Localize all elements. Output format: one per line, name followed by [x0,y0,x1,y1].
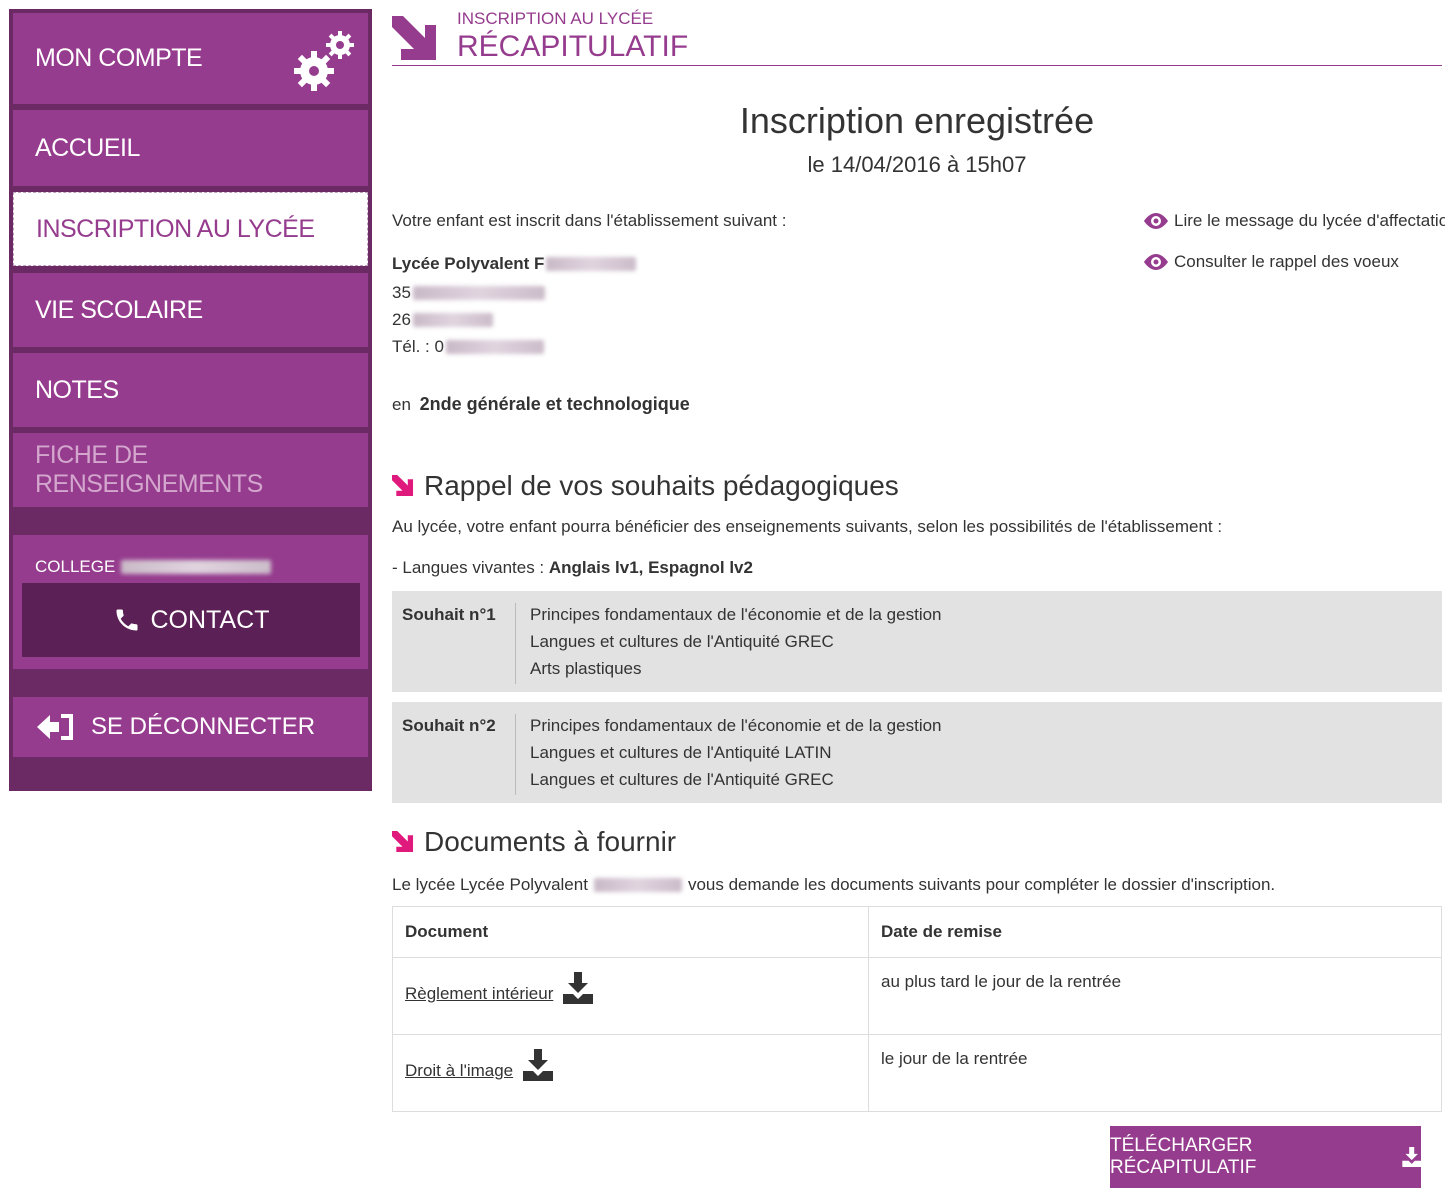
wish-block: Souhait n°2 Principes fondamentaux de l'… [392,702,1442,803]
logout-label: SE DÉCONNECTER [91,713,316,740]
documents-title-text: Documents à fournir [424,826,677,857]
school-name-redacted [593,878,682,892]
school-name: Lycée Polyvalent F [392,254,637,274]
document-download-link[interactable]: Règlement intérieur [405,972,594,1004]
address-line2-text: 26 [392,310,411,329]
wishes-intro: Au lycée, votre enfant pourra bénéficier… [392,517,1223,536]
registration-date: le 14/04/2016 à 15h07 [807,152,1027,177]
documents-intro-prefix: Le lycée Lycée Polyvalent [392,875,588,894]
logout-button[interactable]: SE DÉCONNECTER [13,697,368,757]
table-header-row: Document Date de remise [392,906,1442,958]
date-cell: le jour de la rentrée [868,1034,1442,1112]
read-message-link[interactable]: Lire le message du lycée d'affectation [1142,211,1445,231]
download-icon [1401,1147,1421,1167]
document-name: Droit à l'image [405,1061,514,1080]
breadcrumb: INSCRIPTION AU LYCÉE [457,9,654,28]
college-label: COLLEGE [35,557,116,576]
address-line1-text: 35 [392,283,411,302]
download-icon [523,1049,554,1081]
school-name-text: Lycée Polyvalent F [392,254,545,273]
page-title: RÉCAPITULATIF [457,30,689,63]
school-name-redacted [546,257,637,271]
nav-info-sheet[interactable]: FICHE DE RENSEIGNEMENTS [13,433,368,507]
wish-item: Langues et cultures de l'Antiquité LATIN [530,743,832,762]
nav-inscription[interactable]: INSCRIPTION AU LYCÉE [13,192,368,266]
arrow-down-right-icon [392,475,414,497]
phone-icon [116,609,137,631]
download-summary-label: TÉLÉCHARGER RÉCAPITULATIF [1110,1135,1257,1178]
document-download-link[interactable]: Droit à l'image [405,1049,554,1081]
nav-grades[interactable]: NOTES [13,353,368,427]
table-row: Règlement intérieur au plus tard le jour… [392,957,1442,1035]
wish-block: Souhait n°1 Principes fondamentaux de l'… [392,591,1442,692]
wish-item: Principes fondamentaux de l'économie et … [530,716,942,735]
enrolled-intro: Votre enfant est inscrit dans l'établiss… [392,211,787,230]
documents-intro-suffix: vous demande les documents suivants pour… [687,875,1276,894]
class-level: en 2nde générale et technologique [392,394,690,415]
nav-my-account[interactable]: MON COMPTE [13,13,368,104]
wishes-section-title: Rappel de vos souhaits pédagogiques [392,470,899,502]
college-info: COLLEGE [35,557,272,577]
wish-divider [515,714,516,795]
languages-line: - Langues vivantes : Anglais lv1, Espagn… [392,558,753,578]
nav-inscription-label: INSCRIPTION AU LYCÉE [36,214,315,243]
column-header: Date de remise [868,906,1442,958]
phone-redacted [445,340,544,354]
wish-item: Langues et cultures de l'Antiquité GREC [530,770,834,789]
document-cell: Règlement intérieur [392,957,869,1035]
arrow-down-right-icon [392,16,436,60]
logout-icon [37,714,73,740]
documents-table: Document Date de remise Règlement intéri… [392,906,1442,1112]
gears-icon [294,31,354,91]
nav-grades-label: NOTES [35,375,119,404]
nav-school-life[interactable]: VIE SCOLAIRE [13,273,368,347]
wish-item: Principes fondamentaux de l'économie et … [530,605,942,624]
nav-home-label: ACCUEIL [35,133,140,162]
wish-divider [515,603,516,684]
view-wishes-label: Consulter le rappel des voeux [1174,252,1399,271]
registration-title: Inscription enregistrée [739,100,1095,141]
documents-intro: Le lycée Lycée Polyvalent vous demande l… [392,875,1275,895]
read-message-label: Lire le message du lycée d'affectation [1174,211,1445,230]
college-name-redacted [121,560,272,574]
contact-label: CONTACT [150,605,270,634]
languages-value: Anglais lv1, Espagnol lv2 [548,558,753,577]
phone-text: Tél. : 0 [392,337,444,356]
eye-icon [1144,213,1168,229]
nav-home[interactable]: ACCUEIL [13,110,368,186]
sidebar: MON COMPTE ACCUEIL INSCRIPTION AU LYCÉE … [9,9,372,791]
download-icon [563,972,594,1004]
languages-label: - Langues vivantes : [392,558,545,577]
wish-label: Souhait n°1 [402,605,496,624]
nav-school-life-label: VIE SCOLAIRE [35,295,203,324]
address-line2-redacted [412,313,493,327]
wish-item: Langues et cultures de l'Antiquité GREC [530,632,834,651]
nav-info-sheet-label: FICHE DE RENSEIGNEMENTS [35,441,263,498]
contact-panel: COLLEGE CONTACT [13,535,368,669]
contact-button[interactable]: CONTACT [22,583,360,657]
table-row: Droit à l'image le jour de la rentrée [392,1034,1442,1112]
school-address-line1: 35 [392,283,545,303]
date-cell: au plus tard le jour de la rentrée [868,957,1442,1035]
school-phone: Tél. : 0 [392,337,544,357]
address-line1-redacted [412,286,545,300]
wishes-title-text: Rappel de vos souhaits pédagogiques [424,470,899,501]
arrow-down-right-icon [392,831,414,853]
eye-icon [1144,254,1168,270]
view-wishes-link[interactable]: Consulter le rappel des voeux [1142,252,1399,272]
document-cell: Droit à l'image [392,1034,869,1112]
column-header: Document [392,906,869,958]
level-prefix: en [392,395,411,414]
page-header: INSCRIPTION AU LYCÉE RÉCAPITULATIF [392,8,1442,66]
documents-section-title: Documents à fournir [392,826,676,858]
download-summary-button[interactable]: TÉLÉCHARGER RÉCAPITULATIF [1110,1126,1421,1188]
wish-item: Arts plastiques [530,659,642,678]
nav-my-account-label: MON COMPTE [35,44,203,72]
document-name: Règlement intérieur [405,984,554,1003]
level-value: 2nde générale et technologique [419,394,690,414]
school-address-line2: 26 [392,310,493,330]
wish-label: Souhait n°2 [402,716,496,735]
